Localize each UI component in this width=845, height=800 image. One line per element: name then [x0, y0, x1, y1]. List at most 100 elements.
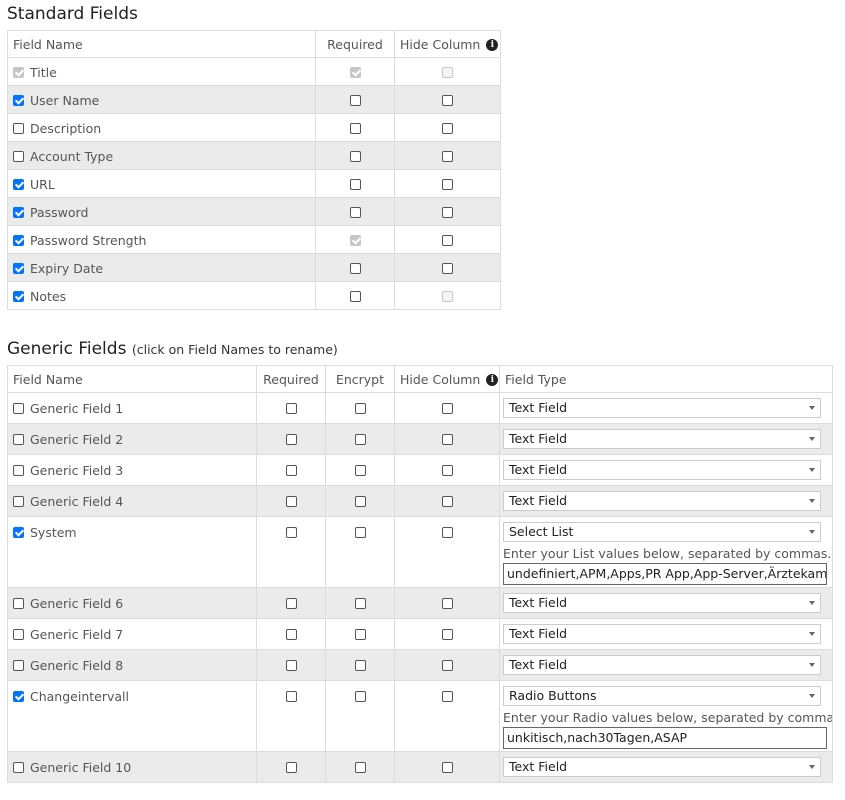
hide-column-checkbox[interactable] — [442, 95, 453, 106]
hide-column-cell — [394, 680, 500, 752]
encrypt-checkbox[interactable] — [354, 691, 366, 702]
hide-column-checkbox[interactable] — [441, 629, 453, 640]
required-checkbox[interactable] — [285, 403, 297, 414]
required-checkbox[interactable] — [349, 95, 361, 106]
hide-column-cell — [394, 454, 500, 486]
field-name-link[interactable]: Generic Field 8 — [30, 658, 123, 673]
hide-column-cell — [394, 587, 500, 619]
values-input[interactable]: undefiniert,APM,Apps,PR App,App-Server,Ä… — [503, 563, 827, 585]
hide-column-checkbox[interactable] — [442, 263, 453, 274]
encrypt-checkbox[interactable] — [354, 629, 366, 640]
required-checkbox[interactable] — [349, 291, 361, 302]
values-input[interactable]: unkitisch,nach30Tagen,ASAP — [503, 727, 827, 749]
field-type-select[interactable]: Radio Buttons — [503, 686, 821, 706]
hide-column-checkbox[interactable] — [442, 207, 453, 218]
required-checkbox[interactable] — [285, 465, 297, 476]
encrypt-checkbox[interactable] — [354, 762, 366, 773]
encrypt-checkbox[interactable] — [354, 403, 366, 414]
field-name-link[interactable]: Generic Field 10 — [30, 760, 131, 775]
hide-column-checkbox[interactable] — [441, 660, 453, 671]
hide-column-checkbox[interactable] — [442, 123, 453, 134]
field-type-select[interactable]: Text Field — [503, 429, 821, 449]
field-name-link[interactable]: Changeintervall — [30, 689, 129, 704]
required-checkbox[interactable] — [349, 263, 361, 274]
field-enabled-checkbox[interactable] — [13, 178, 24, 190]
required-checkbox[interactable] — [285, 660, 297, 671]
required-checkbox[interactable] — [285, 691, 297, 702]
hide-column-checkbox — [442, 67, 453, 78]
required-checkbox[interactable] — [285, 496, 297, 507]
field-type-select[interactable]: Text Field — [503, 593, 821, 613]
required-checkbox[interactable] — [285, 598, 297, 609]
field-enabled-checkbox[interactable] — [13, 660, 24, 671]
field-enabled-checkbox[interactable] — [13, 465, 24, 476]
required-checkbox[interactable] — [285, 527, 297, 538]
hide-column-checkbox[interactable] — [442, 235, 453, 246]
values-hint: Enter your Radio values below, separated… — [503, 710, 833, 725]
hide-column-checkbox[interactable] — [442, 179, 453, 190]
required-checkbox[interactable] — [285, 434, 297, 445]
hide-column-checkbox[interactable] — [441, 465, 453, 476]
field-name-link[interactable]: Generic Field 3 — [30, 463, 123, 478]
hide-column-checkbox[interactable] — [442, 151, 453, 162]
hide-column-checkbox[interactable] — [441, 598, 453, 609]
field-type-select[interactable]: Text Field — [503, 491, 821, 511]
hide-column-checkbox[interactable] — [441, 691, 453, 702]
field-enabled-checkbox[interactable] — [13, 206, 24, 218]
table-row: URL — [7, 169, 501, 198]
encrypt-checkbox[interactable] — [354, 496, 366, 507]
field-name-link[interactable]: Generic Field 2 — [30, 432, 123, 447]
required-checkbox[interactable] — [349, 151, 361, 162]
field-enabled-checkbox[interactable] — [13, 598, 24, 609]
table-row: Description — [7, 113, 501, 142]
field-name-link[interactable]: Generic Field 7 — [30, 627, 123, 642]
field-enabled-checkbox[interactable] — [13, 762, 24, 773]
required-checkbox[interactable] — [349, 207, 361, 218]
required-checkbox[interactable] — [285, 629, 297, 640]
field-type-cell: Text Field — [499, 618, 833, 650]
field-type-select[interactable]: Text Field — [503, 398, 821, 418]
chevron-down-icon — [809, 437, 815, 441]
field-enabled-checkbox[interactable] — [13, 691, 24, 702]
field-enabled-checkbox[interactable] — [13, 234, 24, 246]
encrypt-checkbox[interactable] — [354, 465, 366, 476]
field-name-link[interactable]: Generic Field 4 — [30, 494, 123, 509]
hide-column-checkbox[interactable] — [441, 527, 453, 538]
field-enabled-checkbox[interactable] — [13, 629, 24, 640]
field-enabled-checkbox[interactable] — [13, 527, 24, 538]
hide-column-cell — [394, 113, 501, 142]
hide-column-checkbox[interactable] — [441, 496, 453, 507]
encrypt-checkbox[interactable] — [354, 527, 366, 538]
required-cell — [315, 253, 395, 282]
field-enabled-checkbox[interactable] — [13, 290, 24, 302]
field-name-link[interactable]: Generic Field 1 — [30, 401, 123, 416]
field-type-select[interactable]: Select List — [503, 522, 821, 542]
hide-column-checkbox[interactable] — [441, 434, 453, 445]
field-enabled-checkbox — [13, 66, 24, 78]
hide-column-checkbox[interactable] — [441, 762, 453, 773]
field-enabled-checkbox[interactable] — [13, 94, 24, 106]
field-type-select[interactable]: Text Field — [503, 757, 821, 777]
info-icon[interactable]: i — [486, 374, 499, 386]
field-enabled-checkbox[interactable] — [13, 403, 24, 414]
field-enabled-checkbox[interactable] — [13, 150, 24, 162]
field-type-select[interactable]: Text Field — [503, 460, 821, 480]
encrypt-checkbox[interactable] — [354, 598, 366, 609]
encrypt-checkbox[interactable] — [354, 660, 366, 671]
field-label: Password Strength — [30, 232, 147, 248]
field-enabled-checkbox[interactable] — [13, 496, 24, 507]
field-enabled-checkbox[interactable] — [13, 122, 24, 134]
field-type-select[interactable]: Text Field — [503, 624, 821, 644]
field-name-link[interactable]: System — [30, 525, 77, 540]
required-checkbox[interactable] — [349, 123, 361, 134]
field-type-select[interactable]: Text Field — [503, 655, 821, 675]
field-enabled-checkbox[interactable] — [13, 262, 24, 274]
required-checkbox[interactable] — [349, 179, 361, 190]
required-cell — [315, 169, 395, 198]
encrypt-checkbox[interactable] — [354, 434, 366, 445]
field-enabled-checkbox[interactable] — [13, 434, 24, 445]
field-name-link[interactable]: Generic Field 6 — [30, 596, 123, 611]
info-icon[interactable]: i — [486, 39, 499, 51]
hide-column-checkbox[interactable] — [441, 403, 453, 414]
required-checkbox[interactable] — [285, 762, 297, 773]
